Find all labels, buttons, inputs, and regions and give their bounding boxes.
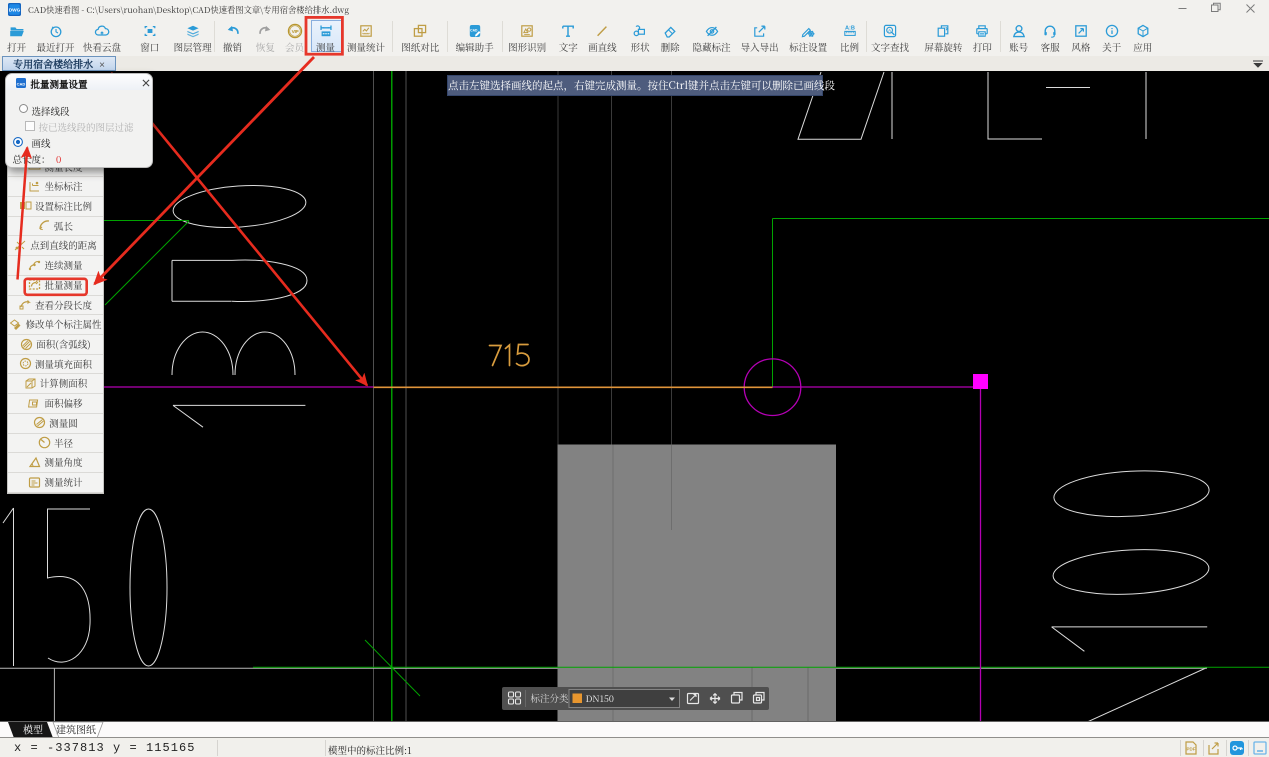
svg-text:CAD: CAD — [470, 28, 478, 32]
svg-text:CAD: CAD — [16, 81, 25, 86]
svg-text:建筑图纸: 建筑图纸 — [56, 722, 96, 737]
svg-text:A: A — [888, 28, 891, 33]
svg-text:DWG: DWG — [9, 7, 21, 13]
svg-text:PDF: PDF — [1187, 747, 1196, 752]
svg-text:A:B: A:B — [845, 25, 855, 31]
svg-text:模型: 模型 — [23, 722, 43, 737]
